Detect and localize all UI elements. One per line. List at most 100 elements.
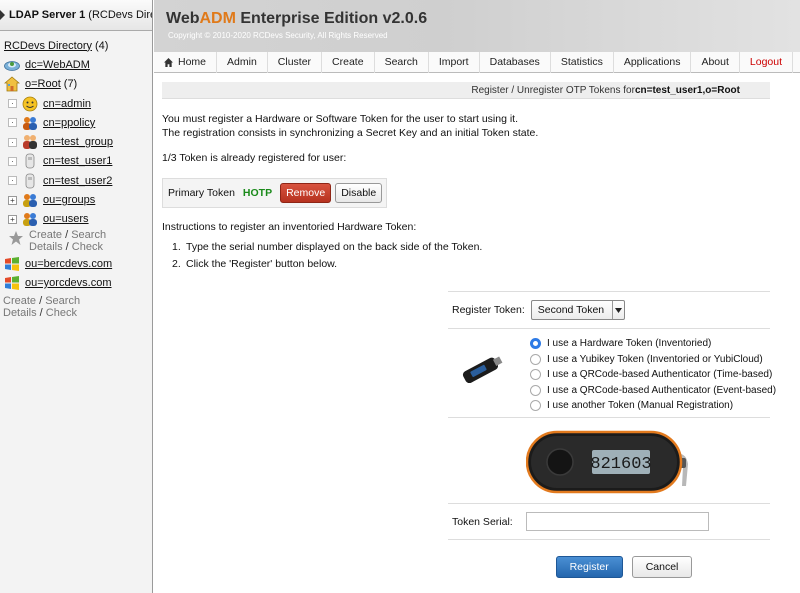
token-serial-label: Token Serial:: [452, 515, 513, 528]
token-serial-input[interactable]: [526, 512, 709, 531]
expand-toggle[interactable]: ·: [8, 137, 17, 147]
expand-toggle[interactable]: +: [8, 195, 17, 205]
disable-button[interactable]: Disable: [335, 183, 383, 203]
menu-statistics[interactable]: Statistics: [551, 51, 614, 73]
radio[interactable]: [530, 353, 541, 365]
sidebar: LDAP Server 1 (RCDevs Directory) RCDevs …: [0, 0, 153, 593]
tree-node-count: (7): [63, 78, 78, 91]
search-link[interactable]: Search: [71, 229, 106, 241]
token-method-options: I use a Hardware Token (Inventoried) I u…: [530, 336, 776, 414]
menu-applications[interactable]: Applications: [614, 51, 692, 73]
tree-node-link[interactable]: o=Root: [25, 78, 61, 90]
menu-admin[interactable]: Admin: [217, 51, 268, 73]
search-link[interactable]: Search: [45, 295, 80, 307]
registration-status: 1/3 Token is already registered for user…: [162, 152, 347, 164]
menu-databases[interactable]: Databases: [480, 51, 551, 73]
radio[interactable]: [530, 400, 541, 412]
collapse-arrow-icon[interactable]: [0, 10, 5, 20]
radio-selected[interactable]: [530, 338, 541, 350]
check-link[interactable]: Check: [72, 241, 103, 253]
expand-toggle[interactable]: ·: [8, 118, 17, 128]
registered-token-row: Primary Token HOTP Remove Disable: [162, 178, 388, 208]
windows-domain-icon: [5, 275, 19, 290]
tree-child-link[interactable]: cn=ppolicy: [43, 117, 95, 129]
create-link[interactable]: Create: [3, 295, 36, 307]
group-icon: [23, 135, 37, 150]
option-qrcode-event[interactable]: I use a QRCode-based Authenticator (Even…: [530, 383, 776, 399]
star-icon: [9, 230, 23, 245]
expand-toggle[interactable]: ·: [8, 156, 17, 166]
form-buttons-row: Register Cancel: [448, 539, 770, 593]
expand-toggle[interactable]: ·: [8, 176, 17, 186]
house-icon: [4, 76, 20, 92]
tree-node-yorcdevs[interactable]: ou=yorcdevs.com: [4, 273, 152, 292]
org-unit-icon: [23, 194, 37, 208]
tree-child-admin[interactable]: · cn=admin: [8, 94, 152, 113]
main-content: Register / Unregister OTP Tokens for cn=…: [162, 82, 770, 270]
root-children: · cn=admin · cn=ppolicy · cn=test_group …: [4, 94, 152, 254]
radio[interactable]: [530, 369, 541, 381]
menu-home[interactable]: Home: [154, 51, 218, 73]
outer-actions: Create / Search Details / Check: [3, 294, 81, 319]
registration-form: Register Token: Second Token I use a Har…: [448, 291, 776, 593]
tree-child-link[interactable]: cn=test_user2: [43, 175, 112, 187]
copyright-text: Copyright © 2010-2020 RCDevs Security, A…: [168, 31, 388, 40]
tree-node-link[interactable]: dc=WebADM: [25, 59, 90, 71]
directory-tree: RCDevs Directory (4) dc=WebADM o=Root (7…: [0, 31, 152, 319]
tree-child-link[interactable]: cn=test_group: [43, 136, 113, 148]
expand-toggle[interactable]: ·: [8, 99, 17, 109]
tree-child-test-user2[interactable]: · cn=test_user2: [8, 171, 152, 190]
tree-child-link[interactable]: ou=users: [43, 213, 89, 225]
instruction-step: 2. Click the 'Register' button below.: [172, 257, 338, 270]
token-slot-label: Primary Token: [168, 187, 235, 199]
menu-logout[interactable]: Logout: [740, 51, 794, 73]
chevron-down-icon: [611, 301, 624, 319]
details-link[interactable]: Details: [3, 307, 37, 319]
tree-child-link[interactable]: cn=test_user1: [43, 155, 112, 167]
inner-actions: Create / Search Details / Check: [8, 229, 152, 254]
menu-cluster[interactable]: Cluster: [268, 51, 323, 73]
radio[interactable]: [530, 384, 541, 396]
register-button[interactable]: Register: [555, 556, 623, 578]
remove-button[interactable]: Remove: [280, 183, 332, 203]
menu-import[interactable]: Import: [429, 51, 480, 73]
option-qrcode-time[interactable]: I use a QRCode-based Authenticator (Time…: [530, 367, 776, 383]
org-unit-icon: [23, 213, 37, 227]
check-link[interactable]: Check: [46, 307, 77, 319]
tree-child-link[interactable]: ou=groups: [43, 194, 95, 206]
option-yubikey-token[interactable]: I use a Yubikey Token (Inventoried or Yu…: [530, 352, 776, 368]
server-title-bar[interactable]: LDAP Server 1 (RCDevs Directory): [0, 0, 152, 31]
option-manual-token[interactable]: I use another Token (Manual Registration…: [530, 398, 776, 414]
tree-child-ppolicy[interactable]: · cn=ppolicy: [8, 113, 152, 132]
tree-node-link[interactable]: ou=yorcdevs.com: [25, 277, 112, 289]
home-icon: [164, 57, 173, 67]
tree-root[interactable]: RCDevs Directory (4): [4, 36, 152, 55]
app-header: WebADM Enterprise Edition v2.0.6 Copyrig…: [154, 0, 800, 52]
server-title: LDAP Server 1 (RCDevs Directory): [9, 9, 152, 21]
hardware-keyfob-image: 821603: [526, 430, 688, 494]
option-hardware-token[interactable]: I use a Hardware Token (Inventoried): [530, 336, 776, 352]
expand-toggle[interactable]: +: [8, 214, 17, 224]
cancel-button[interactable]: Cancel: [631, 556, 693, 578]
tree-root-link[interactable]: RCDevs Directory: [4, 40, 92, 52]
details-link[interactable]: Details: [29, 241, 63, 253]
tree-node-root[interactable]: o=Root (7): [4, 75, 152, 94]
menu-search[interactable]: Search: [375, 51, 429, 73]
menu-create[interactable]: Create: [322, 51, 375, 73]
token-slot-select[interactable]: Second Token: [530, 300, 625, 320]
create-link[interactable]: Create: [29, 229, 62, 241]
register-token-label: Register Token:: [452, 304, 525, 316]
domain-icon: [4, 61, 20, 71]
tree-child-test-user1[interactable]: · cn=test_user1: [8, 152, 152, 171]
tree-node-webadm[interactable]: dc=WebADM: [4, 55, 152, 74]
tree-child-users[interactable]: + ou=users: [8, 210, 152, 229]
menu-about[interactable]: About: [691, 51, 740, 73]
tree-child-link[interactable]: cn=admin: [43, 98, 91, 110]
tree-child-groups[interactable]: + ou=groups: [8, 190, 152, 209]
main-menu: Home Admin Cluster Create Search Import …: [154, 51, 800, 73]
tree-child-test-group[interactable]: · cn=test_group: [8, 132, 152, 151]
user-token-icon: [25, 154, 35, 169]
tree-node-bercdevs[interactable]: ou=bercdevs.com: [4, 254, 152, 273]
admin-smiley-icon: [22, 96, 38, 111]
tree-node-link[interactable]: ou=bercdevs.com: [25, 258, 112, 270]
